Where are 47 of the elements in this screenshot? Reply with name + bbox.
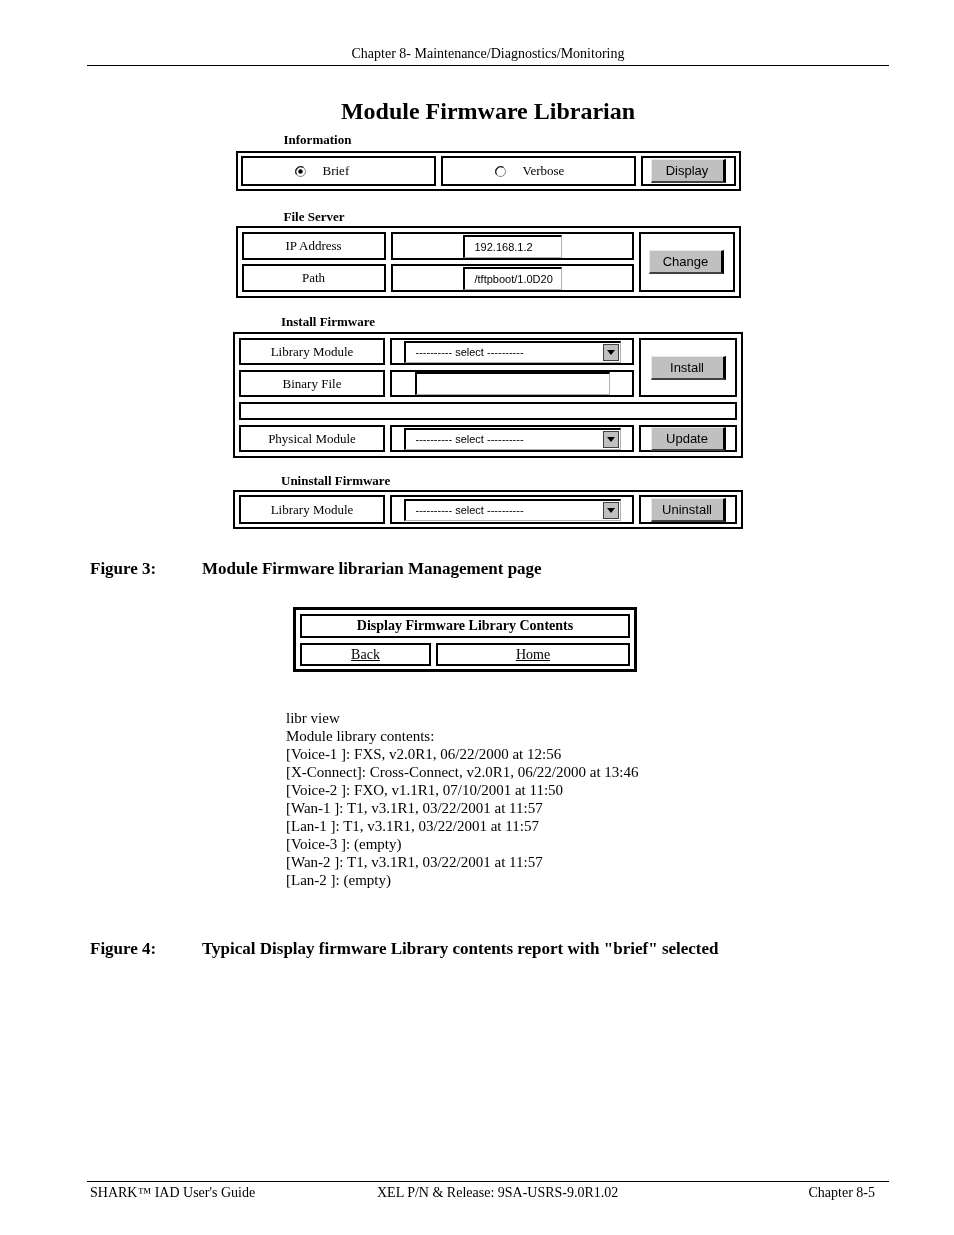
report-line: [Voice-3 ]: (empty) [286,835,402,853]
nav-link[interactable]: Back [351,646,380,663]
radio-button-icon[interactable] [294,165,306,177]
text-input-field[interactable]: /tftpboot/1.0D20 [462,266,562,290]
report-line: [Wan-1 ]: T1, v3.1R1, 03/22/2001 at 11:57 [286,799,543,817]
running-header: Chapter 8- Maintenance/Diagnostics/Monitoring [351,45,625,63]
section-label: Install Firmware [281,314,375,330]
report-line: Module library contents: [286,727,435,745]
field-label-cell: Physical Module [239,425,385,452]
figure-number: Figure 4: [90,939,157,959]
field-label-cell: Library Module [239,338,385,365]
report-line: libr view [286,709,340,727]
text-input-field[interactable]: 192.168.1.2 [462,234,562,258]
panel-title-cell: Display Firmware Library Contents [300,614,630,638]
form-button[interactable]: Change [649,250,724,274]
report-line: [Voice-2 ]: FXO, v1.1R1, 07/10/2001 at 11:50 [286,781,564,799]
figure-caption: Typical Display firmware Library contents report with "brief" selected [202,939,719,959]
section-label: Information [283,132,352,148]
radio-button-icon[interactable] [494,165,506,177]
dropdown-field[interactable]: ---------- select ---------- [403,498,621,521]
form-button[interactable]: Update [650,426,726,451]
form-button[interactable]: Uninstall [650,497,726,522]
form-button[interactable]: Install [650,355,726,380]
field-label-cell: Path [241,264,386,292]
field-label-cell: Binary File [239,370,385,397]
report-line: [Lan-1 ]: T1, v3.1R1, 03/22/2001 at 11:57 [286,817,539,835]
figure-number: Figure 3: [90,559,157,579]
dropdown-field[interactable]: ---------- select ---------- [403,427,621,450]
footer-text: SHARK™ IAD User's Guide [90,1184,256,1201]
report-line: [X-Connect]: Cross-Connect, v2.0R1, 06/22/2000 at 13:46 [286,763,639,781]
option-label: Brief [322,163,350,179]
report-line: [Lan-2 ]: (empty) [286,871,391,889]
footer-text: Chapter 8-5 [808,1184,875,1201]
form-button[interactable]: Display [650,159,726,183]
footer-text: XEL P/N & Release: 9SA-USRS-9.0R1.02 [377,1184,619,1201]
figure-caption: Module Firmware librarian Management page [202,559,542,579]
text-input-field[interactable] [414,372,610,395]
field-label-cell: IP Address [241,232,386,260]
section-label: File Server [283,209,345,225]
section-label: Uninstall Firmware [281,473,391,489]
nav-link[interactable]: Home [515,646,551,663]
report-line: [Voice-1 ]: FXS, v2.0R1, 06/22/2000 at 12:56 [286,745,562,763]
dropdown-field[interactable]: ---------- select ---------- [403,340,621,363]
page-title: Module Firmware Librarian [340,97,636,126]
field-label-cell: Library Module [239,495,385,524]
option-label: Verbose [522,163,565,179]
report-line: [Wan-2 ]: T1, v3.1R1, 03/22/2001 at 11:57 [286,853,543,871]
